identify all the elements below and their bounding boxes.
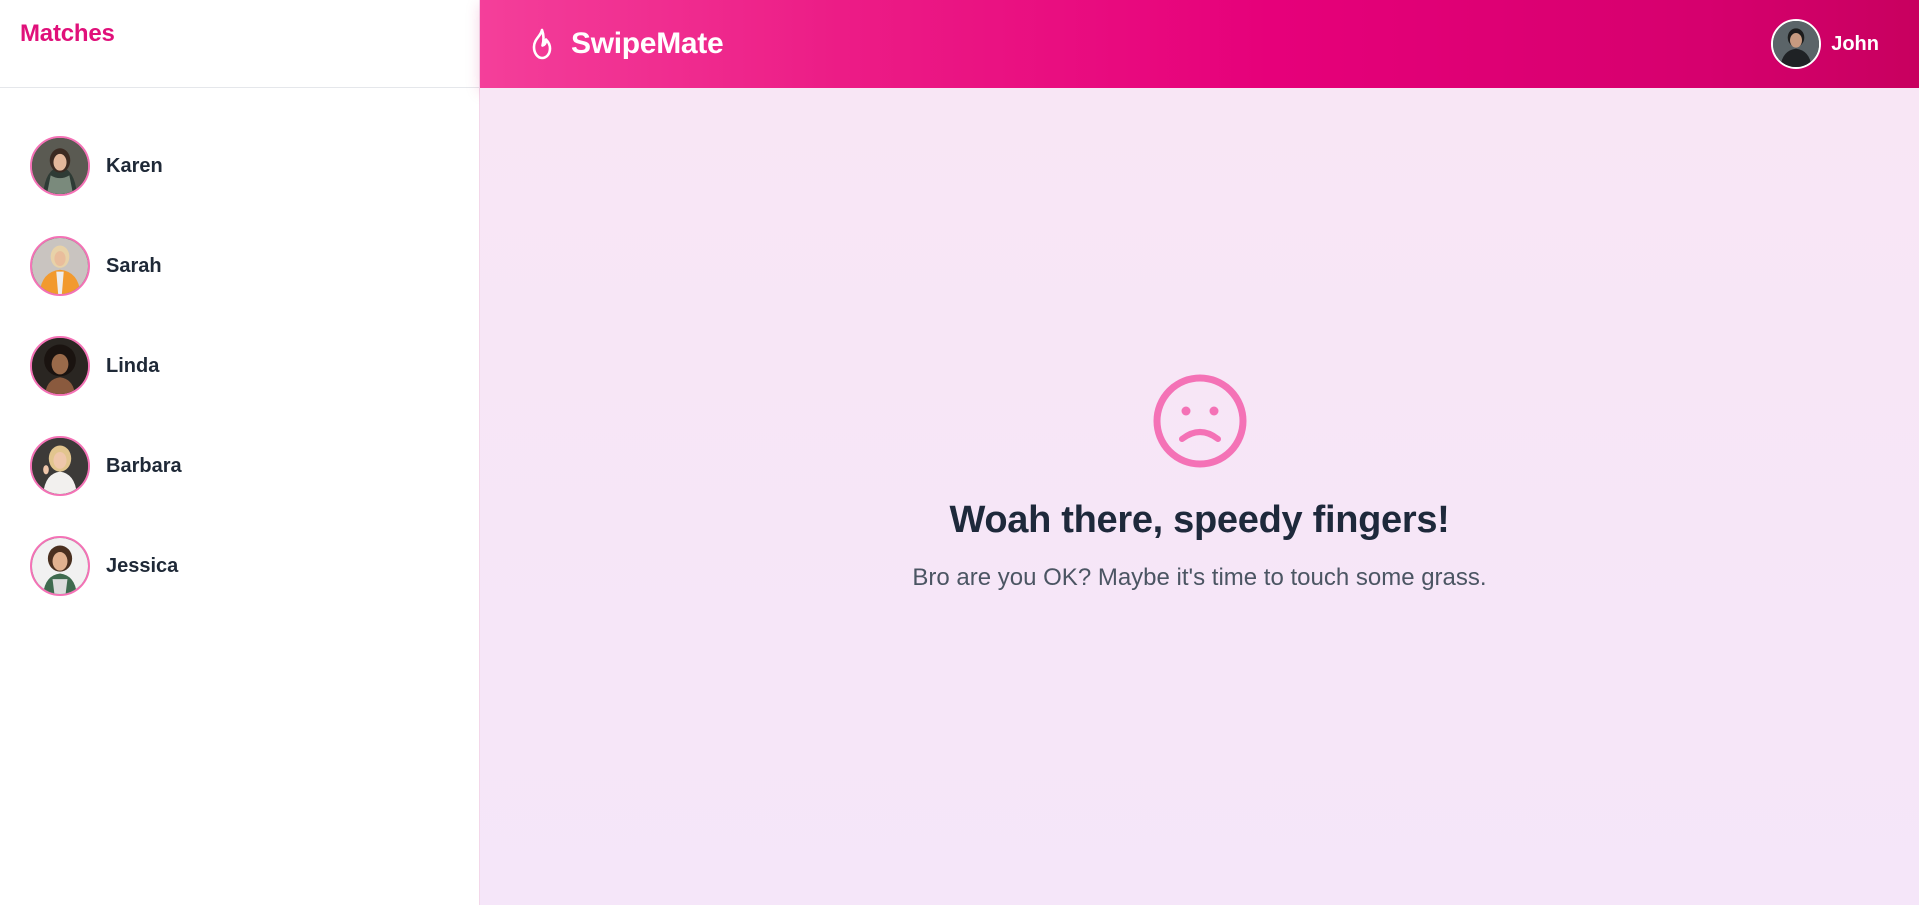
- app-name: SwipeMate: [571, 27, 724, 60]
- avatar: [30, 336, 90, 396]
- sad-face-icon: [1152, 373, 1248, 469]
- match-name: Jessica: [106, 554, 179, 577]
- avatar-photo-icon: [32, 538, 88, 594]
- matches-sidebar: Matches Karen Sarah Linda Barbara Jessic…: [0, 0, 480, 905]
- match-name: Sarah: [106, 254, 162, 277]
- empty-state-title: Woah there, speedy fingers!: [949, 499, 1450, 541]
- match-item-linda[interactable]: Linda: [0, 316, 479, 416]
- match-list: Karen Sarah Linda Barbara Jessica: [0, 88, 479, 616]
- brand[interactable]: SwipeMate: [525, 27, 724, 61]
- flame-icon: [525, 27, 559, 61]
- user-menu[interactable]: John: [1771, 19, 1879, 69]
- empty-state-subtitle: Bro are you OK? Maybe it's time to touch…: [912, 564, 1487, 591]
- avatar: [30, 236, 90, 296]
- app: Matches Karen Sarah Linda Barbara Jessic…: [0, 0, 1919, 905]
- avatar-photo-icon: [32, 338, 88, 394]
- avatar-photo-icon: [32, 238, 88, 294]
- top-header: SwipeMate John: [480, 0, 1919, 88]
- match-item-karen[interactable]: Karen: [0, 116, 479, 216]
- avatar-photo-icon: [32, 438, 88, 494]
- avatar-photo-icon: [1773, 21, 1820, 67]
- match-name: Barbara: [106, 454, 182, 477]
- match-item-barbara[interactable]: Barbara: [0, 416, 479, 516]
- sidebar-header: Matches: [0, 0, 479, 88]
- match-item-sarah[interactable]: Sarah: [0, 216, 479, 316]
- avatar: [30, 536, 90, 596]
- avatar: [30, 136, 90, 196]
- user-name: John: [1831, 32, 1879, 55]
- match-name: Linda: [106, 354, 160, 377]
- match-name: Karen: [106, 154, 163, 177]
- main-content: Woah there, speedy fingers! Bro are you …: [480, 88, 1919, 905]
- avatar: [30, 436, 90, 496]
- user-avatar: [1771, 19, 1822, 69]
- sidebar-title: Matches: [20, 20, 115, 47]
- empty-state: Woah there, speedy fingers! Bro are you …: [480, 373, 1919, 592]
- avatar-photo-icon: [32, 138, 88, 194]
- match-item-jessica[interactable]: Jessica: [0, 516, 479, 616]
